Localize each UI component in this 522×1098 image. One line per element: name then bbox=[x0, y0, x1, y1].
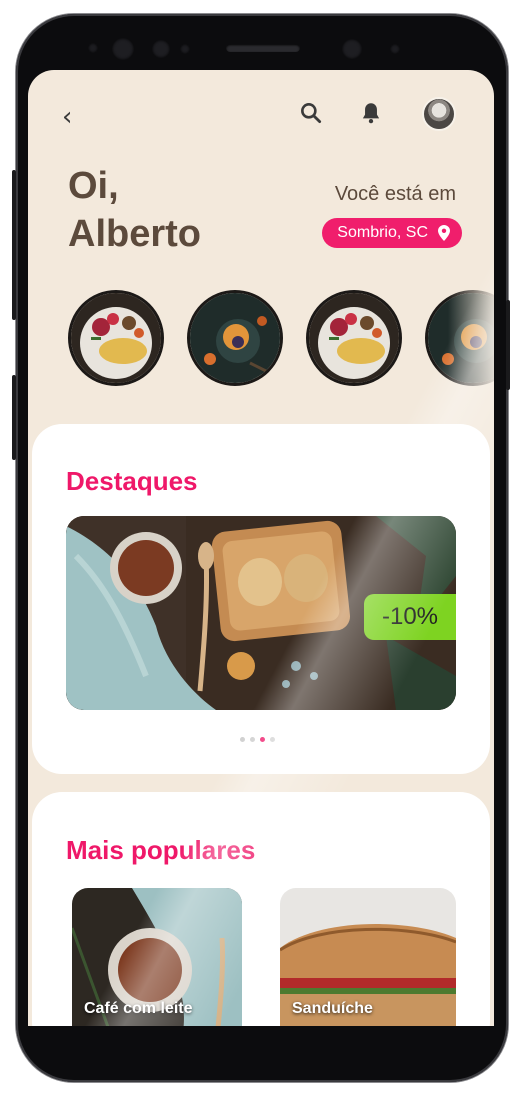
story-thumbnail-breakfast[interactable] bbox=[68, 290, 164, 386]
carousel-dot-active[interactable] bbox=[260, 737, 265, 742]
breakfast-plate-image bbox=[71, 293, 161, 383]
earpiece-speaker bbox=[226, 44, 300, 52]
carousel-dot[interactable] bbox=[250, 737, 255, 742]
greeting: Oi, Alberto bbox=[68, 162, 268, 258]
bixby-button bbox=[12, 375, 16, 460]
highlights-title: Destaques bbox=[66, 466, 198, 496]
selfie-camera bbox=[342, 39, 362, 59]
sensor-dot bbox=[180, 44, 190, 54]
sensor-dot bbox=[88, 43, 98, 53]
location-city: Sombrio, SC bbox=[337, 224, 428, 241]
carousel-dot[interactable] bbox=[240, 737, 245, 742]
sensor-dot bbox=[390, 44, 400, 54]
story-thumbnail-breakfast[interactable] bbox=[306, 290, 402, 386]
avatar[interactable] bbox=[422, 97, 456, 131]
discount-badge: -10% bbox=[364, 594, 456, 640]
product-card[interactable]: Sanduíche bbox=[280, 888, 456, 1026]
map-pin-icon bbox=[438, 225, 450, 241]
greeting-name: Alberto bbox=[68, 213, 201, 255]
pancake-image bbox=[190, 293, 280, 383]
chevron-left-icon[interactable]: ‹ bbox=[62, 104, 72, 130]
highlight-banner[interactable]: -10% bbox=[66, 516, 456, 710]
front-camera bbox=[112, 38, 134, 60]
location-badge[interactable]: Sombrio, SC bbox=[322, 218, 462, 248]
search-icon[interactable] bbox=[298, 100, 324, 126]
carousel-dot[interactable] bbox=[270, 737, 275, 742]
product-name: Sanduíche bbox=[292, 1000, 373, 1017]
power-button bbox=[506, 300, 510, 390]
product-card[interactable]: Café com leite bbox=[72, 888, 242, 1026]
app-screen: ‹ Oi, Alberto Você está em Sombrio, SC D… bbox=[28, 70, 494, 1026]
bell-icon[interactable] bbox=[358, 100, 384, 126]
iris-sensor bbox=[152, 40, 170, 58]
carousel-indicator bbox=[240, 729, 280, 742]
location-label: Você está em bbox=[334, 183, 456, 205]
story-thumbnail-pancake[interactable] bbox=[187, 290, 283, 386]
greeting-line1: Oi, bbox=[68, 165, 119, 207]
breakfast-plate-image bbox=[309, 293, 399, 383]
product-name: Café com leite bbox=[84, 1000, 193, 1017]
popular-title: Mais populares bbox=[66, 835, 256, 865]
volume-button bbox=[12, 170, 16, 320]
stories-fade-overlay bbox=[448, 284, 494, 394]
